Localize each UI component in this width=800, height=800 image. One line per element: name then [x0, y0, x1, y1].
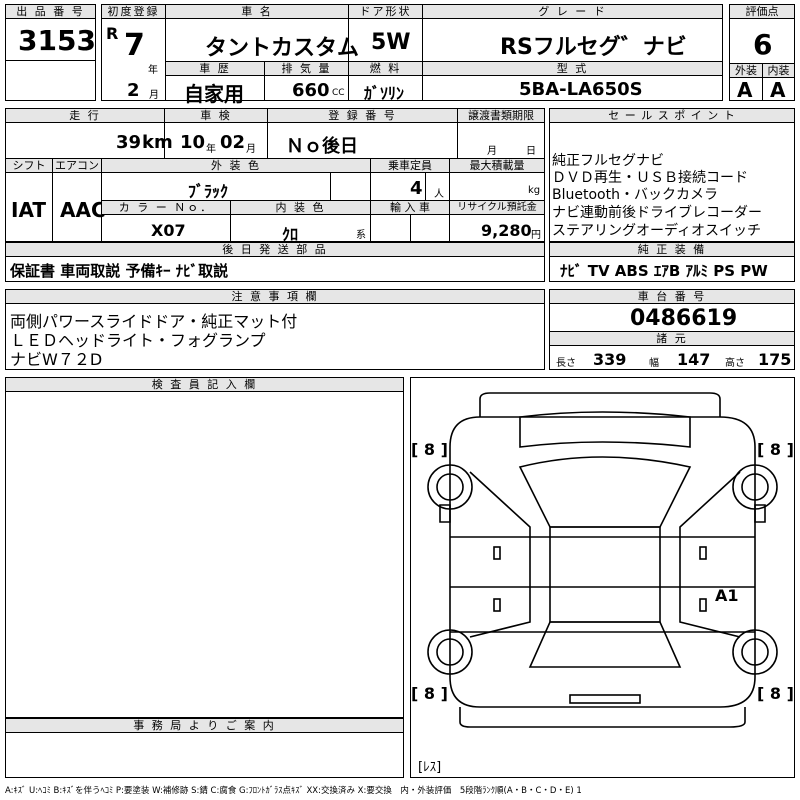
sales-point-line: ナビ連動前後ドライブレコーダー: [552, 205, 762, 221]
displacement: 660: [292, 80, 330, 101]
ext-color: ﾌﾞﾗｯｸ: [188, 182, 229, 201]
exterior-label: 外装: [730, 64, 762, 78]
recycle-label: リサイクル預託金: [450, 201, 544, 215]
tire-fl: [ 8 ]: [411, 440, 448, 459]
shift-label: シフト: [6, 159, 52, 173]
capacity: 4: [410, 178, 423, 199]
sales-point-line: Bluetooth・バックカメラ: [552, 187, 718, 203]
import-label: 輸 入 車: [371, 201, 449, 215]
insp-month: 02: [220, 132, 246, 153]
fuel-label: 燃 料: [349, 62, 422, 76]
history: 自家用: [184, 82, 244, 106]
lot-number: 3153: [18, 24, 96, 57]
car-name: タントカスタム: [205, 36, 360, 61]
height-label: 高さ: [725, 358, 745, 369]
mileage: 39: [116, 132, 142, 153]
inspection-label: 車 検: [165, 109, 267, 123]
transfer-label: 譲渡書類期限: [458, 109, 544, 123]
chassis-label: 車 台 番 号: [550, 290, 794, 304]
grade: RSフルセグ゛ナビ: [500, 35, 687, 60]
insp-year-unit: 年: [206, 144, 216, 155]
door-label: ドア形状: [349, 5, 422, 19]
sales-point-line: ステアリングオーディオスイッチ: [552, 223, 762, 239]
displacement-label: 排 気 量: [265, 62, 348, 76]
color-no-label: カ ラ ー Ｎｏ．: [102, 201, 230, 215]
insp-month-unit: 月: [246, 144, 256, 155]
era: R: [106, 24, 119, 43]
month-number: 2: [127, 80, 140, 101]
year-unit: 年: [148, 65, 158, 76]
max-load-label: 最大積載量: [450, 159, 544, 173]
tire-fr: [ 8 ]: [757, 440, 794, 459]
width-label: 幅: [649, 358, 659, 369]
insp-year: 10: [180, 132, 206, 153]
month-unit: 月: [149, 90, 159, 101]
damage-mark: A1: [715, 586, 739, 605]
history-label: 車 歴: [166, 62, 264, 76]
shift: IAT: [11, 198, 47, 222]
width: 147: [677, 350, 711, 369]
mileage-unit: km: [142, 132, 173, 153]
car-name-label: 車 名: [166, 5, 348, 19]
inspector-label: 検 査 員 記 入 欄: [6, 378, 403, 392]
capacity-label: 乗車定員: [371, 159, 449, 173]
note-line: ナビW７２D: [10, 350, 103, 369]
later-parts: 保証書 車両取説 予備ｷｰ ﾅﾋﾞ取説: [10, 262, 229, 280]
tire-rr: [ 8 ]: [757, 684, 794, 703]
door: 5W: [371, 30, 411, 55]
office-label: 事 務 局 よ り ご 案 内: [6, 719, 403, 733]
notes-label: 注 意 事 項 欄: [6, 290, 544, 304]
color-no: X07: [151, 221, 186, 240]
aircon: AAC: [60, 198, 106, 222]
equipment-label: 純 正 装 備: [550, 243, 794, 257]
first-reg-label: 初度登録: [102, 5, 165, 19]
recycle: 9,280: [481, 221, 532, 240]
tire-rl: [ 8 ]: [411, 684, 448, 703]
transfer-month-unit: 月: [487, 146, 497, 157]
score-label: 評価点: [730, 5, 794, 19]
length-label: 長さ: [556, 358, 576, 369]
dims-label: 諸 元: [550, 332, 794, 346]
max-load-unit: kg: [528, 185, 541, 196]
ext-color-label: 外 装 色: [102, 159, 370, 173]
car-outline-diagram: [427, 392, 778, 728]
int-color-label: 内 装 色: [231, 201, 370, 215]
spare-tire: [ﾚｽ]: [418, 760, 442, 775]
grade-label: グ レ ー ド: [423, 5, 722, 19]
legend: A:ｷｽﾞ U:ﾍｺﾐ B:ｷｽﾞを伴うﾍｺﾐ P:要塗装 W:補修跡 S:錆 …: [5, 786, 582, 796]
capacity-unit: 人: [434, 189, 444, 200]
int-color-suffix: 系: [356, 230, 366, 241]
mileage-label: 走 行: [6, 109, 164, 123]
later-parts-label: 後 日 発 送 部 品: [6, 243, 544, 257]
model: 5BA-LA650S: [519, 79, 643, 100]
displacement-unit: CC: [332, 88, 345, 98]
lot-label: 出 品 番 号: [6, 5, 95, 19]
transfer-day-unit: 日: [526, 146, 536, 157]
year-number: 7: [124, 28, 145, 63]
height: 175: [758, 350, 792, 369]
interior-grade: A: [770, 78, 786, 102]
aircon-label: エアコン: [53, 159, 101, 173]
sales-points-label: セ ー ル ス ポ イ ン ト: [550, 109, 794, 123]
registration-label: 登 録 番 号: [268, 109, 457, 123]
chassis-number: 0486619: [630, 306, 738, 331]
fuel: ｶﾞｿﾘﾝ: [364, 84, 405, 103]
recycle-unit: 円: [531, 230, 541, 241]
score: 6: [753, 28, 773, 61]
equipment: ﾅﾋﾞ TV ABS ｴｱB ｱﾙﾐ PS PW: [560, 262, 768, 280]
exterior-grade: A: [737, 78, 753, 102]
inspector-box: [5, 377, 404, 718]
registration: Ｎｏ後日: [286, 136, 358, 157]
model-label: 型 式: [423, 62, 722, 76]
interior-label: 内装: [763, 64, 794, 78]
length: 339: [593, 350, 627, 369]
